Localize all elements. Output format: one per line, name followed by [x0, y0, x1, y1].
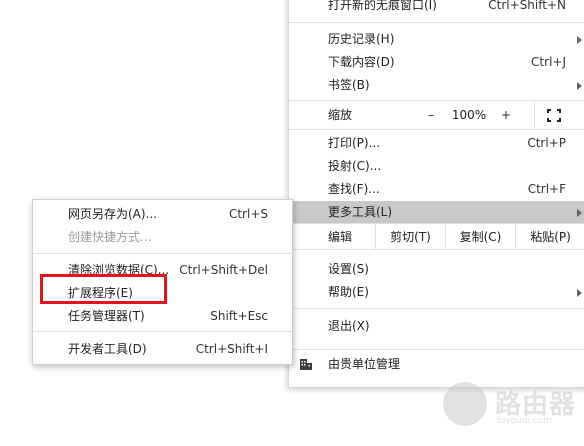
zoom-in-button[interactable]: + [497, 101, 515, 129]
router-logo-icon [443, 382, 487, 426]
menu-item-shortcut: Ctrl+S [228, 207, 268, 221]
menu-divider [289, 22, 584, 23]
paste-button[interactable]: 粘贴(P) [515, 224, 584, 249]
menu-item-cast[interactable]: 投射(C)... [289, 155, 584, 178]
menu-item-label: 设置(S) [328, 262, 369, 276]
menu-item-label: 网页另存为(A)... [68, 207, 158, 221]
menu-item-label: 由贵单位管理 [328, 357, 401, 371]
menu-item-print[interactable]: 打印(P)... Ctrl+P [289, 132, 584, 155]
menu-item-find[interactable]: 查找(F)... Ctrl+F [289, 178, 584, 201]
submenu-item-save-page[interactable]: 网页另存为(A)... Ctrl+S [33, 203, 292, 226]
cut-button[interactable]: 剪切(T) [375, 224, 445, 249]
chevron-right-icon [577, 82, 582, 90]
menu-item-downloads[interactable]: 下载内容(D) Ctrl+J [289, 51, 584, 74]
menu-item-label: 投射(C)... [328, 159, 382, 173]
chevron-right-icon [577, 289, 582, 297]
zoom-label: 缩放 [328, 108, 353, 122]
zoom-row: 缩放 – 100% + [289, 101, 584, 129]
watermark-url: luyouqi.com [497, 416, 553, 426]
menu-item-label: 打开新的无痕窗口(I) [328, 0, 437, 12]
chevron-right-icon [577, 36, 582, 44]
menu-item-history[interactable]: 历史记录(H) [289, 28, 584, 51]
zoom-level: 100% [451, 108, 487, 122]
menu-item-label: 下载内容(D) [328, 55, 395, 69]
menu-item-help[interactable]: 帮助(E) [289, 281, 584, 304]
zoom-out-button[interactable]: – [422, 101, 440, 129]
menu-item-label: 任务管理器(T) [68, 309, 145, 323]
chevron-right-icon [577, 209, 582, 217]
menu-item-shortcut: Ctrl+Shift+N [488, 0, 566, 12]
menu-item-settings[interactable]: 设置(S) [289, 258, 584, 281]
menu-item-shortcut: Ctrl+Shift+Del [179, 263, 268, 277]
watermark: 路由器 luyouqi.com [443, 378, 578, 430]
submenu-item-task-manager[interactable]: 任务管理器(T) Shift+Esc [33, 305, 292, 328]
menu-divider [289, 308, 584, 309]
menu-item-label: 打印(P)... [328, 136, 381, 150]
menu-item-label: 更多工具(L) [328, 205, 393, 219]
zoom-divider [534, 101, 535, 129]
menu-item-label: 书签(B) [328, 78, 370, 92]
fullscreen-icon[interactable] [547, 109, 561, 122]
edit-row: 编辑 剪切(T) 复制(C) 粘贴(P) [289, 223, 584, 250]
menu-item-label: 帮助(E) [328, 285, 369, 299]
menu-item-label: 退出(X) [328, 319, 370, 333]
menu-item-bookmarks[interactable]: 书签(B) [289, 74, 584, 97]
menu-item-shortcut: Shift+Esc [210, 309, 268, 323]
menu-item-label: 创建快捷方式... [68, 230, 152, 244]
menu-item-exit[interactable]: 退出(X) [289, 315, 584, 338]
menu-item-shortcut: Ctrl+F [527, 182, 566, 196]
menu-divider [33, 253, 292, 254]
menu-item-shortcut: Ctrl+P [527, 136, 566, 150]
menu-item-label: 开发者工具(D) [68, 342, 147, 356]
chrome-main-menu: 打开新的无痕窗口(I) Ctrl+Shift+N 历史记录(H) 下载内容(D)… [288, 0, 584, 388]
edit-label: 编辑 [328, 230, 353, 244]
menu-item-label: 查找(F)... [328, 182, 380, 196]
building-icon [300, 359, 312, 370]
menu-item-shortcut: Ctrl+J [531, 55, 566, 69]
submenu-item-create-shortcut: 创建快捷方式... [33, 226, 292, 249]
menu-item-label: 历史记录(H) [328, 32, 395, 46]
highlight-box [40, 274, 167, 304]
menu-item-more-tools[interactable]: 更多工具(L) [289, 201, 584, 224]
menu-divider [289, 129, 584, 130]
menu-item-new-incognito-window[interactable]: 打开新的无痕窗口(I) Ctrl+Shift+N [289, 0, 584, 17]
submenu-item-developer-tools[interactable]: 开发者工具(D) Ctrl+Shift+I [33, 338, 292, 361]
menu-divider [33, 331, 292, 332]
menu-item-shortcut: Ctrl+Shift+I [195, 342, 268, 356]
menu-item-managed-by-organization[interactable]: 由贵单位管理 [289, 349, 584, 377]
copy-button[interactable]: 复制(C) [445, 224, 515, 249]
